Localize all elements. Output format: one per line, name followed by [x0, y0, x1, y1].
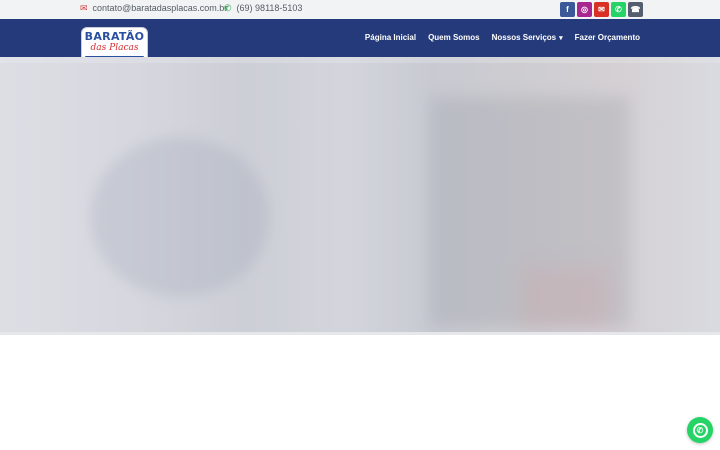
contact-phone[interactable]: ✆ (69) 98118-5103: [224, 3, 302, 13]
nav-item-pagina-inicial[interactable]: Página Inicial: [365, 33, 416, 42]
chevron-down-icon: ▾: [559, 34, 563, 42]
instagram-icon[interactable]: ◎: [577, 2, 592, 17]
nav-item-quem-somos[interactable]: Quem Somos: [428, 33, 480, 42]
main-menu: Página Inicial Quem Somos Nossos Serviço…: [365, 33, 640, 42]
top-bar: ✉ contato@baratadasplacas.com.br ✆ (69) …: [0, 0, 720, 19]
nav-item-label: Fazer Orçamento: [574, 33, 640, 42]
nav-item-fazer-orcamento[interactable]: Fazer Orçamento: [575, 33, 640, 42]
phone-text[interactable]: (69) 98118-5103: [237, 3, 303, 13]
nav-item-label: Página Inicial: [364, 33, 417, 42]
phone-icon[interactable]: ☎: [628, 2, 643, 17]
hero-overlay: [0, 57, 720, 334]
whatsapp-float-button[interactable]: ✆: [687, 417, 713, 443]
hero-banner: [0, 57, 720, 334]
social-links: f ◎ ✉ ✆ ☎: [560, 2, 643, 17]
contact-email[interactable]: ✉ contato@baratadasplacas.com.br: [80, 3, 227, 13]
email-icon[interactable]: ✉: [594, 2, 609, 17]
logo-title: BARATÃO: [84, 30, 145, 43]
nav-item-label: Quem Somos: [428, 33, 480, 42]
envelope-icon: ✉: [80, 2, 88, 13]
hero-divider: [0, 332, 720, 335]
email-text[interactable]: contato@baratadasplacas.com.br: [93, 3, 228, 13]
logo-subtitle: das Placas: [90, 43, 139, 53]
whatsapp-icon: ✆: [692, 422, 708, 438]
facebook-icon[interactable]: f: [560, 2, 575, 17]
nav-item-label: Nossos Serviços: [491, 33, 557, 42]
nav-item-nossos-servicos[interactable]: Nossos Serviços ▾: [492, 33, 563, 42]
whatsapp-icon: ✆: [224, 2, 232, 13]
whatsapp-icon[interactable]: ✆: [611, 2, 626, 17]
